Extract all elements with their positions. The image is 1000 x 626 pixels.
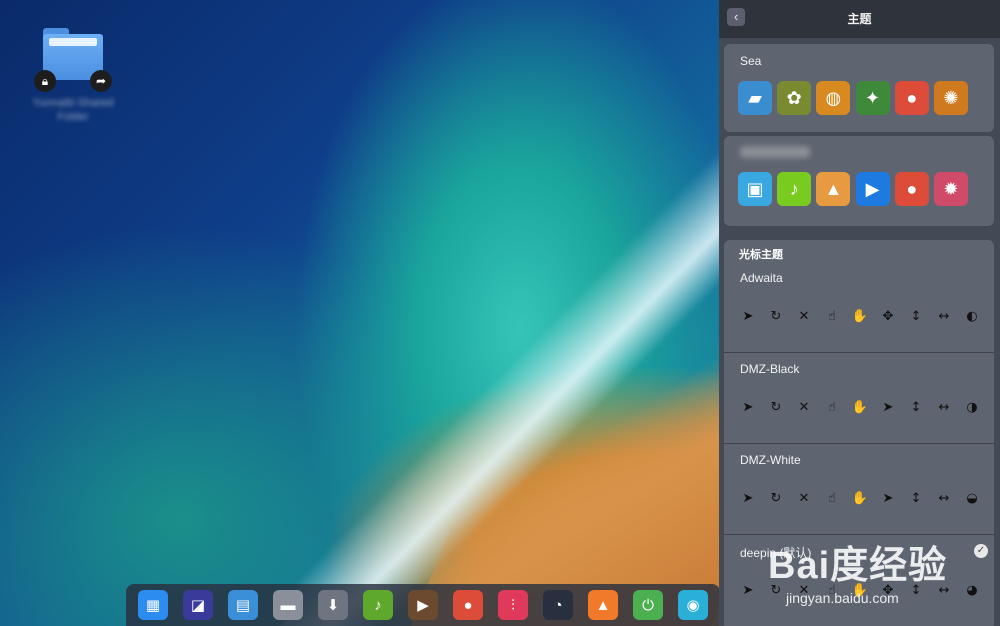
cursor-preview-icon: ↔ (938, 400, 950, 415)
cursor-preview-icon: ➤ (742, 583, 754, 598)
theme-preview-icon: ✹ (933, 172, 968, 206)
theme-preview-icon: ▣ (738, 172, 772, 206)
cursor-preview-icon: ➤ (882, 491, 894, 506)
cursor-preview-icon: ↻ (770, 491, 782, 506)
dock-app-music[interactable]: ♪ (363, 590, 393, 620)
dock: ▦ ◪ ▤ ▬ ⬇ ♪ ▶ ● ⫶ ◔ ▲ ⏻ ◉ (126, 584, 720, 626)
cursor-preview-icon: ◐ (966, 309, 978, 324)
cursor-section-title: 光标主题 (739, 249, 783, 261)
selected-check-icon: ✓ (974, 544, 988, 558)
cursor-preview-icon: ➤ (882, 400, 894, 415)
dock-app-power[interactable]: ⏻ (633, 590, 663, 620)
baidu-watermark: Bai度经验 jingyan.baidu.com (768, 522, 968, 622)
icon-theme-name: Sea (740, 54, 762, 68)
desktop-folder-label: Yunnaibi Shared Folder (32, 97, 114, 123)
cursor-preview-icon: ↻ (770, 309, 782, 324)
cursor-preview-icon: ➤ (742, 400, 754, 415)
desktop-shared-folder[interactable]: 🔒︎ ➦ Yunnaibi Shared Folder (28, 22, 118, 132)
panel-title: 主题 (847, 12, 872, 26)
theme-preview-icon: ▲ (816, 172, 851, 206)
theme-preview-icon: ✿ (777, 81, 812, 115)
theme-preview-icon: ● (894, 172, 929, 206)
cursor-preview-icon: ✕ (798, 400, 810, 415)
cursor-preview-row[interactable]: ➤ ↻ ✕ ☝ ✋ ➤ ↕ ↔ ◒ (739, 490, 981, 508)
cursor-theme-name[interactable]: DMZ-White (740, 453, 801, 467)
cursor-preview-icon: ↕ (910, 491, 922, 506)
theme-preview-icon: ✦ (855, 81, 890, 115)
watermark-url: jingyan.baidu.com (786, 590, 899, 606)
cursor-preview-icon: ↕ (910, 309, 922, 324)
cursor-preview-icon: ↻ (770, 400, 782, 415)
dock-app-trash[interactable]: ▲ (588, 590, 618, 620)
lock-icon: 🔒︎ (34, 70, 56, 92)
share-icon: ➦ (90, 70, 112, 92)
dock-app-video[interactable]: ▶ (408, 590, 438, 620)
icon-theme-card-2[interactable]: ▣ ♪ ▲ ▶ ● ✹ (724, 136, 994, 226)
cursor-theme-name[interactable]: Adwaita (740, 271, 783, 285)
watermark-brand: Bai度经验 (768, 545, 948, 587)
dock-app-app-store[interactable]: ⬇ (318, 590, 348, 620)
dock-app-browser[interactable]: ◉ (678, 590, 708, 620)
dock-app-control-center[interactable]: ◔ (543, 590, 573, 620)
theme-preview-icon: ♪ (777, 172, 812, 206)
theme-preview-icon: ▶ (855, 172, 890, 206)
cursor-preview-icon: ✥ (882, 309, 894, 324)
theme-preview-icon: ● (894, 81, 929, 115)
cursor-preview-icon: ✋ (851, 309, 869, 324)
cursor-preview-icon: ↕ (910, 400, 922, 415)
icon-theme-name-blurred (740, 146, 810, 158)
cursor-preview-icon: ✕ (798, 309, 810, 324)
divider (724, 443, 994, 444)
dock-app-launcher[interactable]: ▦ (138, 590, 168, 620)
cursor-preview-icon: ☝ (828, 491, 836, 506)
cursor-preview-icon: ☝ (828, 309, 836, 324)
cursor-preview-icon: ☝ (828, 400, 836, 415)
cursor-preview-icon: ◒ (966, 491, 978, 506)
cursor-preview-icon: ✕ (798, 491, 810, 506)
cursor-preview-icon: ✋ (851, 400, 869, 415)
cursor-preview-row[interactable]: ➤ ↻ ✕ ☝ ✋ ➤ ↕ ↔ ◑ (739, 399, 981, 417)
dock-app-system-monitor[interactable]: ⫶ (498, 590, 528, 620)
dock-app-chrome[interactable]: ● (453, 590, 483, 620)
cursor-preview-icon: ↔ (938, 491, 950, 506)
theme-preview-icon: ✺ (933, 81, 968, 115)
icon-theme-preview: ▰ ✿ ◍ ✦ ● ✺ (738, 81, 968, 117)
divider (724, 352, 994, 353)
cursor-theme-name[interactable]: DMZ-Black (740, 362, 799, 376)
theme-preview-icon: ▰ (738, 81, 772, 115)
cursor-preview-icon: ➤ (742, 491, 754, 506)
cursor-preview-icon: ↔ (938, 309, 950, 324)
dock-app-file-manager[interactable]: ▬ (273, 590, 303, 620)
icon-theme-preview: ▣ ♪ ▲ ▶ ● ✹ (738, 172, 968, 208)
panel-header: ‹ 主题 (719, 0, 1000, 38)
icon-theme-card-sea[interactable]: Sea ▰ ✿ ◍ ✦ ● ✺ (724, 44, 994, 132)
cursor-preview-row[interactable]: ➤ ↻ ✕ ☝ ✋ ✥ ↕ ↔ ◐ (739, 308, 981, 326)
cursor-preview-icon: ◑ (966, 400, 978, 415)
theme-preview-icon: ◍ (816, 81, 851, 115)
dock-app-multitasking[interactable]: ▤ (228, 590, 258, 620)
dock-app-screenshot[interactable]: ◪ (183, 590, 213, 620)
cursor-preview-icon: ✋ (851, 491, 869, 506)
cursor-preview-icon: ➤ (742, 309, 754, 324)
